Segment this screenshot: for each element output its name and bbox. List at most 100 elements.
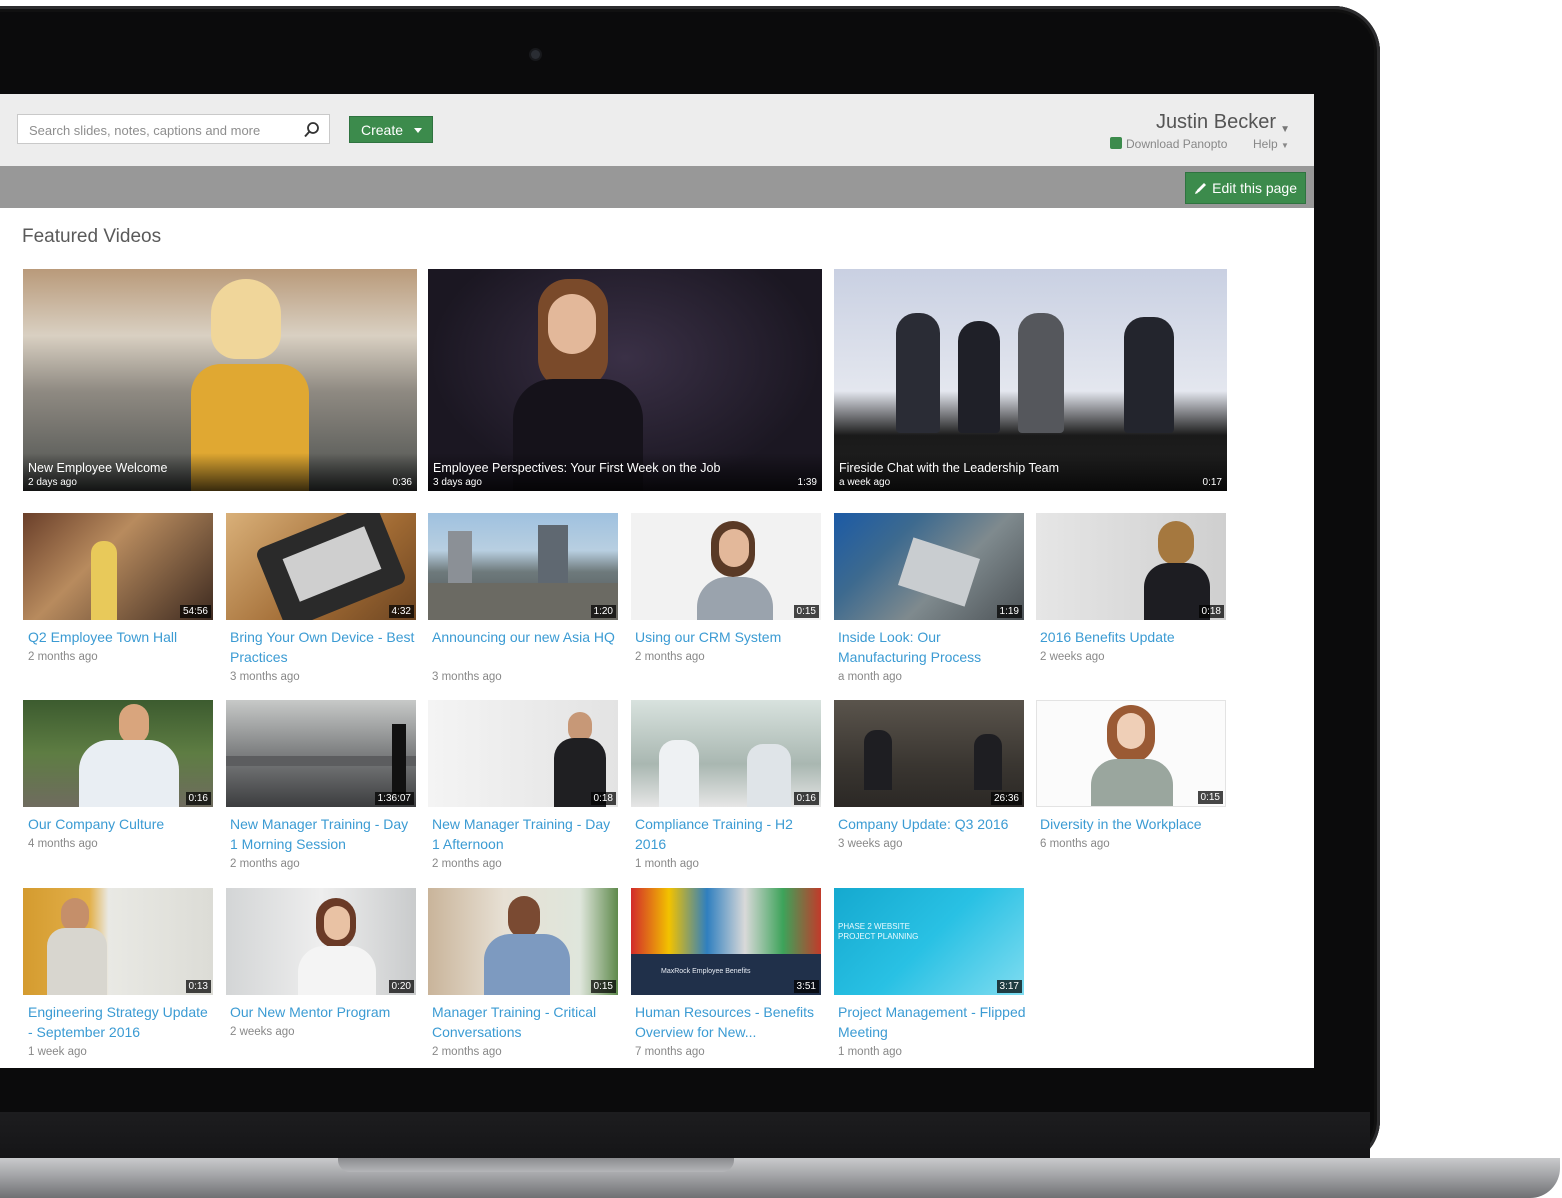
video-age: 7 months ago xyxy=(635,1046,705,1058)
video-title-link[interactable]: Diversity in the Workplace xyxy=(1040,814,1228,834)
video-duration: 4:32 xyxy=(388,605,414,618)
thumbnail-image xyxy=(1091,759,1173,806)
video-duration: 0:15 xyxy=(793,605,819,618)
video-title-link[interactable]: Our Company Culture xyxy=(28,814,216,834)
help-menu[interactable]: Help ▼ xyxy=(1253,137,1289,151)
thumbnail-image xyxy=(697,577,773,620)
thumbnail-image xyxy=(392,724,406,794)
video-age: 2 weeks ago xyxy=(230,1026,295,1038)
video-title-link[interactable]: Engineering Strategy Update - September … xyxy=(28,1002,216,1042)
thumbnail-image xyxy=(508,896,540,938)
video-duration: 0:18 xyxy=(590,792,616,805)
featured-video[interactable]: New Employee Welcome 2 days ago 0:36 xyxy=(23,269,417,491)
thumbnail-image xyxy=(548,294,596,354)
video-age: 2 weeks ago xyxy=(1040,651,1105,663)
video-caption: Employee Perspectives: Your First Week o… xyxy=(428,453,822,491)
video-title-link[interactable]: Human Resources - Benefits Overview for … xyxy=(635,1002,823,1042)
thumbnail-image xyxy=(659,740,699,807)
thumbnail-image xyxy=(211,279,281,359)
thumbnail-image xyxy=(974,734,1002,790)
video-title-link[interactable]: Manager Training - Critical Conversation… xyxy=(432,1002,620,1042)
video-thumbnail[interactable]: 1:20 xyxy=(428,513,618,620)
video-duration: 0:36 xyxy=(392,477,412,488)
video-thumbnail[interactable]: 0:15 xyxy=(631,513,821,620)
video-age: 6 months ago xyxy=(1040,838,1110,850)
thumbnail-image xyxy=(1018,313,1064,433)
featured-video[interactable]: Fireside Chat with the Leadership Team a… xyxy=(834,269,1227,491)
video-title-link[interactable]: Compliance Training - H2 2016 xyxy=(635,814,823,854)
search-input[interactable] xyxy=(27,120,291,140)
video-title-link[interactable]: Using our CRM System xyxy=(635,627,823,647)
video-thumbnail[interactable]: 1:36:07 xyxy=(226,700,416,807)
create-button-label: Create xyxy=(361,122,404,138)
video-thumbnail[interactable]: 54:56 xyxy=(23,513,213,620)
edit-page-label: Edit this page xyxy=(1212,180,1297,196)
download-label: Download Panopto xyxy=(1126,137,1228,151)
video-duration: 1:36:07 xyxy=(374,792,414,805)
video-duration: 0:15 xyxy=(590,980,616,993)
video-title-link[interactable]: Bring Your Own Device - Best Practices xyxy=(230,627,418,667)
page-toolbar: Edit this page xyxy=(0,166,1314,208)
video-age: 2 days ago xyxy=(28,477,77,488)
create-button[interactable]: Create xyxy=(349,116,433,143)
video-thumbnail[interactable]: 0:13 xyxy=(23,888,213,995)
video-age: a week ago xyxy=(839,477,891,488)
edit-page-button[interactable]: Edit this page xyxy=(1185,172,1306,204)
video-title-link[interactable]: Project Management - Flipped Meeting xyxy=(838,1002,1026,1042)
video-title-link[interactable]: New Manager Training - Day 1 Afternoon xyxy=(432,814,620,854)
video-title-link[interactable]: New Manager Training - Day 1 Morning Ses… xyxy=(230,814,418,854)
video-thumbnail[interactable]: 0:15 xyxy=(1036,700,1226,807)
video-title-link[interactable]: Our New Mentor Program xyxy=(230,1002,418,1022)
thumbnail-image xyxy=(897,537,981,607)
thumbnail-image xyxy=(47,928,107,995)
video-thumbnail[interactable]: 26:36 xyxy=(834,700,1024,807)
video-thumbnail[interactable]: 1:19 xyxy=(834,513,1024,620)
thumbnail-image xyxy=(91,541,117,620)
thumbnail-image xyxy=(79,740,179,807)
video-age: 2 months ago xyxy=(432,1046,502,1058)
thumbnail-image xyxy=(864,730,892,790)
video-thumbnail[interactable]: 0:16 xyxy=(23,700,213,807)
video-age: 1 week ago xyxy=(28,1046,87,1058)
user-menu-chevron-icon[interactable]: ▼ xyxy=(1280,124,1290,135)
video-duration: 3:17 xyxy=(996,980,1022,993)
user-menu[interactable]: Justin Becker xyxy=(1156,111,1276,134)
download-panopto-link[interactable]: Download Panopto xyxy=(1110,137,1227,151)
video-thumbnail[interactable]: 0:20 xyxy=(226,888,416,995)
video-duration: 1:19 xyxy=(996,605,1022,618)
video-age: 2 months ago xyxy=(432,858,502,870)
video-thumbnail[interactable]: 0:18 xyxy=(1036,513,1226,620)
search-icon[interactable] xyxy=(303,121,321,139)
thumbnail-image xyxy=(747,744,791,807)
thumbnail-image xyxy=(484,934,570,995)
video-duration: 0:17 xyxy=(1202,477,1222,488)
thumbnail-image xyxy=(1158,521,1194,565)
thumbnail-image xyxy=(61,898,89,932)
thumbnail-image xyxy=(428,583,618,620)
video-title-link[interactable]: 2016 Benefits Update xyxy=(1040,627,1228,647)
video-title-link[interactable]: Inside Look: Our Manufacturing Process xyxy=(838,627,1026,667)
video-title-link[interactable]: Company Update: Q3 2016 xyxy=(838,814,1026,834)
thumbnail-image xyxy=(226,756,416,766)
thumbnail-image xyxy=(538,525,568,591)
thumbnail-image xyxy=(1124,317,1174,433)
video-duration: 0:13 xyxy=(185,980,211,993)
video-age: 2 months ago xyxy=(635,651,705,663)
search-box[interactable] xyxy=(17,114,330,144)
video-thumbnail[interactable]: 0:18 xyxy=(428,700,618,807)
video-title-link[interactable]: Q2 Employee Town Hall xyxy=(28,627,216,647)
video-thumbnail[interactable]: 4:32 xyxy=(226,513,416,620)
video-caption: New Employee Welcome 2 days ago 0:36 xyxy=(23,453,417,491)
video-thumbnail[interactable]: 0:15 xyxy=(428,888,618,995)
video-thumbnail[interactable]: 0:16 xyxy=(631,700,821,807)
video-thumbnail[interactable]: MaxRock Employee Benefits 3:51 xyxy=(631,888,821,995)
video-age: 4 months ago xyxy=(28,838,98,850)
laptop-chin xyxy=(0,1112,1370,1158)
featured-video[interactable]: Employee Perspectives: Your First Week o… xyxy=(428,269,822,491)
video-duration: 0:20 xyxy=(388,980,414,993)
webcam xyxy=(531,50,540,59)
video-age: 2 months ago xyxy=(28,651,98,663)
video-thumbnail[interactable]: PHASE 2 WEBSITE PROJECT PLANNING 3:17 xyxy=(834,888,1024,995)
laptop-base xyxy=(0,1158,1560,1198)
video-title-link[interactable]: Announcing our new Asia HQ xyxy=(432,627,620,647)
